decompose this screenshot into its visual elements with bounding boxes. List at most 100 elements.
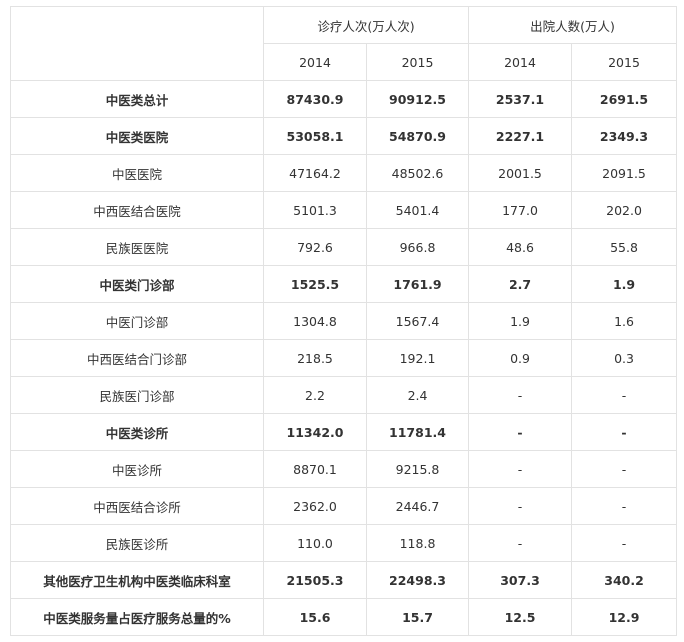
value-cell: 792.6 (263, 228, 367, 266)
row-label: 其他医疗卫生机构中医类临床科室 (10, 561, 264, 599)
value-cell: 2001.5 (468, 154, 573, 192)
row-label: 中西医结合门诊部 (10, 339, 264, 377)
value-cell: - (468, 450, 573, 488)
table-row: 民族医门诊部 2.2 2.4- - (10, 376, 678, 414)
row-label: 中医门诊部 (10, 302, 264, 340)
table-row: 民族医诊所 110.0 118.8- - (10, 524, 678, 562)
value-cell: 0.9 (468, 339, 573, 377)
table-row: 中医门诊部 1304.8 1567.4 1.9 1.6 (10, 302, 678, 340)
table-row: 中西医结合诊所 2362.0 2446.7- - (10, 487, 678, 525)
table-body: 中医类总计 87430.9 90912.5 2537.1 2691.5 中医类医院 5305… (10, 80, 678, 636)
row-label: 中医类诊所 (10, 413, 264, 451)
table-row: 中医诊所 8870.1 9215.8- - (10, 450, 678, 488)
row-label: 中西医结合诊所 (10, 487, 264, 525)
value-cell: 2691.5 (571, 80, 678, 118)
group-header-visits: 诊疗人次(万人次) (262, 6, 470, 44)
header-row-groups: 诊疗人次(万人次) 出院人数(万人) (10, 6, 678, 81)
row-label: 中医类总计 (10, 80, 264, 118)
value-cell: 22498.3 (365, 561, 470, 599)
row-label: 民族医门诊部 (10, 376, 264, 414)
value-cell: 1.9 (571, 265, 678, 303)
value-cell: 118.8 (365, 524, 470, 562)
group-header-discharges: 出院人数(万人) (468, 6, 678, 44)
table-row: 中医类医院 53058.1 54870.9 2227.1 2349.3 (10, 117, 678, 155)
row-label: 民族医诊所 (10, 524, 264, 562)
value-cell: - (468, 487, 573, 525)
value-cell: 2349.3 (571, 117, 678, 155)
value-cell: 177.0 (468, 191, 573, 229)
statistics-table: 诊疗人次(万人次) 出院人数(万人) 2014 2015 2014 2015 中… (10, 6, 678, 636)
row-label: 民族医医院 (10, 228, 264, 266)
value-cell: - (571, 376, 678, 414)
value-cell: - (571, 413, 678, 451)
value-cell: 0.3 (571, 339, 678, 377)
row-label: 中医类门诊部 (10, 265, 264, 303)
row-label: 中医诊所 (10, 450, 264, 488)
value-cell: 2.4 (365, 376, 470, 414)
year-header: 2015 (365, 43, 470, 81)
row-label: 中医类服务量占医疗服务总量的% (10, 598, 264, 636)
value-cell: 12.5 (468, 598, 573, 636)
year-header: 2015 (571, 43, 678, 81)
year-header: 2014 (263, 43, 367, 81)
table-row: 民族医医院 792.6 966.8 48.6 55.8 (10, 228, 678, 266)
row-label: 中医类医院 (10, 117, 264, 155)
value-cell: 53058.1 (263, 117, 367, 155)
value-cell: - (468, 524, 573, 562)
value-cell: 8870.1 (263, 450, 367, 488)
value-cell: 87430.9 (263, 80, 367, 118)
value-cell: 110.0 (263, 524, 367, 562)
table-row: 中医医院 47164.2 48502.6 2001.5 2091.5 (10, 154, 678, 192)
value-cell: 54870.9 (365, 117, 470, 155)
value-cell: - (571, 524, 678, 562)
row-label: 中西医结合医院 (10, 191, 264, 229)
table-row: 中医类总计 87430.9 90912.5 2537.1 2691.5 (10, 80, 678, 118)
value-cell: 192.1 (365, 339, 470, 377)
value-cell: 2537.1 (468, 80, 573, 118)
value-cell: 340.2 (571, 561, 678, 599)
value-cell: - (468, 376, 573, 414)
value-cell: - (468, 413, 573, 451)
value-cell: 2362.0 (263, 487, 367, 525)
corner-cell (10, 6, 264, 81)
value-cell: - (571, 450, 678, 488)
value-cell: 5101.3 (263, 191, 367, 229)
year-header: 2014 (468, 43, 573, 81)
value-cell: 2091.5 (571, 154, 678, 192)
value-cell: 2227.1 (468, 117, 573, 155)
table-row: 中西医结合门诊部 218.5 192.1 0.9 0.3 (10, 339, 678, 377)
value-cell: 1.9 (468, 302, 573, 340)
value-cell: 55.8 (571, 228, 678, 266)
value-cell: 1.6 (571, 302, 678, 340)
value-cell: 1567.4 (365, 302, 470, 340)
value-cell: 11342.0 (263, 413, 367, 451)
table-row: 中医类门诊部 1525.5 1761.9 2.7 1.9 (10, 265, 678, 303)
value-cell: 202.0 (571, 191, 678, 229)
value-cell: 15.6 (263, 598, 367, 636)
value-cell: 48.6 (468, 228, 573, 266)
value-cell: 1761.9 (365, 265, 470, 303)
value-cell: 9215.8 (365, 450, 470, 488)
value-cell: 48502.6 (365, 154, 470, 192)
row-label: 中医医院 (10, 154, 264, 192)
table-row: 中医类诊所 11342.0 11781.4- - (10, 413, 678, 451)
value-cell: 966.8 (365, 228, 470, 266)
value-cell: 307.3 (468, 561, 573, 599)
value-cell: 5401.4 (365, 191, 470, 229)
value-cell: 21505.3 (263, 561, 367, 599)
table-row: 中医类服务量占医疗服务总量的% 15.6 15.7 12.5 12.9 (10, 598, 678, 636)
value-cell: - (571, 487, 678, 525)
value-cell: 47164.2 (263, 154, 367, 192)
value-cell: 2446.7 (365, 487, 470, 525)
value-cell: 1304.8 (263, 302, 367, 340)
value-cell: 11781.4 (365, 413, 470, 451)
table-row: 中西医结合医院 5101.3 5401.4 177.0 202.0 (10, 191, 678, 229)
value-cell: 15.7 (365, 598, 470, 636)
value-cell: 1525.5 (263, 265, 367, 303)
value-cell: 2.7 (468, 265, 573, 303)
value-cell: 90912.5 (365, 80, 470, 118)
value-cell: 2.2 (263, 376, 367, 414)
value-cell: 218.5 (263, 339, 367, 377)
table-row: 其他医疗卫生机构中医类临床科室 21505.3 22498.3 307.3 340.2 (10, 561, 678, 599)
value-cell: 12.9 (571, 598, 678, 636)
